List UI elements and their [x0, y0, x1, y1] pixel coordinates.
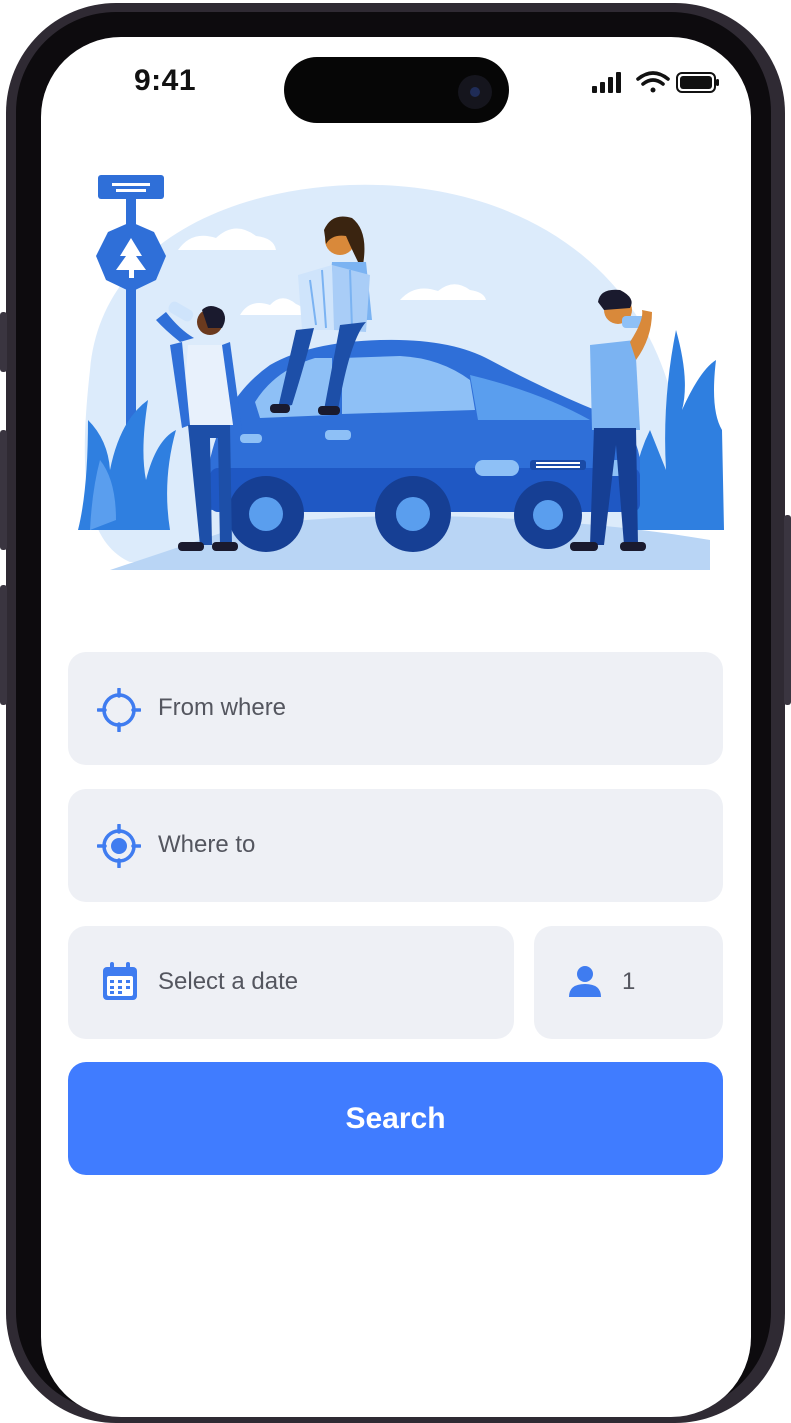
- person-icon: [569, 966, 601, 997]
- from-where-placeholder: From where: [158, 694, 287, 721]
- side-button: [784, 515, 791, 705]
- battery-icon: [676, 72, 719, 93]
- search-button[interactable]: Search: [68, 1062, 723, 1175]
- camera-icon: [458, 75, 492, 109]
- side-button: [0, 585, 7, 705]
- target-location-icon: [97, 824, 141, 868]
- passenger-count: 1: [622, 968, 636, 995]
- side-button: [0, 430, 7, 550]
- cellular-signal-icon: [592, 72, 621, 93]
- where-to-placeholder: Where to: [158, 831, 256, 858]
- side-button: [0, 312, 7, 372]
- date-placeholder: Select a date: [158, 968, 299, 995]
- wifi-icon: [636, 71, 670, 93]
- status-time: 9:41: [134, 64, 197, 97]
- status-icons: [592, 71, 719, 93]
- road-trip-illustration: [78, 175, 724, 570]
- crosshair-icon: [97, 688, 141, 732]
- calendar-icon: [103, 962, 137, 1000]
